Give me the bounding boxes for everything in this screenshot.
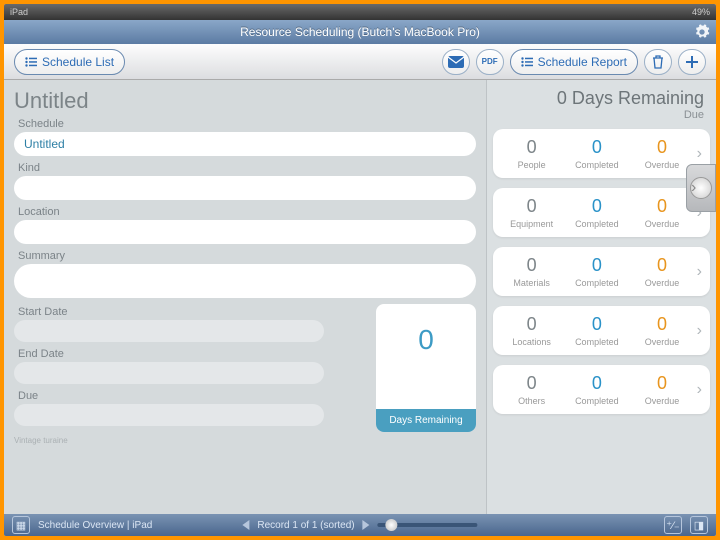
summary-card[interactable]: 0Materials0Completed0Overdue›	[493, 247, 710, 296]
pdf-button[interactable]: PDF	[476, 49, 504, 75]
due-label: Due	[18, 390, 368, 402]
settings-icon[interactable]	[694, 24, 710, 40]
next-record-icon[interactable]	[363, 520, 370, 530]
days-remaining-box: 0 Days Remaining	[376, 304, 476, 432]
record-slider[interactable]	[378, 523, 478, 527]
schedule-report-button[interactable]: Schedule Report	[510, 49, 638, 75]
end-date-input[interactable]	[14, 362, 324, 384]
days-remaining-header: 0 Days Remaining	[493, 88, 704, 109]
due-header: Due	[493, 109, 704, 121]
location-input[interactable]	[14, 220, 476, 244]
end-date-label: End Date	[18, 348, 368, 360]
summary-input[interactable]	[14, 264, 476, 298]
schedule-input[interactable]	[14, 132, 476, 156]
prev-record-icon[interactable]	[242, 520, 249, 530]
summary-card[interactable]: 0Equipment0Completed0Overdue›	[493, 188, 710, 237]
start-date-label: Start Date	[18, 306, 368, 318]
chevron-right-icon: ›	[695, 381, 704, 399]
list-icon	[25, 57, 37, 67]
summary-panel: 0 Days Remaining Due 0People0Completed0O…	[486, 80, 716, 514]
status-bar: iPad 49%	[4, 4, 716, 20]
days-remaining-label: Days Remaining	[376, 409, 476, 432]
form-panel: Untitled Schedule Kind Location Summary …	[4, 80, 486, 514]
mail-button[interactable]	[442, 49, 470, 75]
summary-card[interactable]: 0Others0Completed0Overdue›	[493, 365, 710, 414]
report-icon	[521, 57, 533, 67]
summary-card[interactable]: 0Locations0Completed0Overdue›	[493, 306, 710, 355]
record-status: Record 1 of 1 (sorted)	[257, 520, 354, 531]
kind-label: Kind	[18, 162, 476, 174]
find-icon[interactable]: ◨	[690, 516, 708, 534]
chevron-right-icon: ›	[691, 179, 696, 197]
chevron-right-icon: ›	[695, 145, 704, 163]
layout-name[interactable]: Schedule Overview | iPad	[38, 520, 152, 531]
watermark: Vintage turaine	[14, 436, 476, 445]
layout-icon[interactable]: ▦	[12, 516, 30, 534]
summary-card[interactable]: 0People0Completed0Overdue›	[493, 129, 710, 178]
due-input[interactable]	[14, 404, 324, 426]
schedule-list-button[interactable]: Schedule List	[14, 49, 125, 75]
location-label: Location	[18, 206, 476, 218]
add-button[interactable]	[678, 49, 706, 75]
start-date-input[interactable]	[14, 320, 324, 342]
window-title: Resource Scheduling (Butch's MacBook Pro…	[4, 20, 716, 44]
battery-label: 49%	[692, 7, 710, 17]
carrier-label: iPad	[10, 7, 28, 17]
toolbar: Schedule List PDF Schedule Report	[4, 44, 716, 80]
footer-bar: ▦ Schedule Overview | iPad Record 1 of 1…	[4, 514, 716, 536]
chevron-right-icon: ›	[695, 263, 704, 281]
summary-label: Summary	[18, 250, 476, 262]
days-remaining-number: 0	[376, 324, 476, 356]
page-title: Untitled	[14, 88, 476, 114]
sort-icon[interactable]: ⁺⁄₋	[664, 516, 682, 534]
chevron-right-icon: ›	[695, 322, 704, 340]
side-handle[interactable]: ›	[686, 164, 716, 212]
schedule-label: Schedule	[18, 118, 476, 130]
kind-input[interactable]	[14, 176, 476, 200]
delete-button[interactable]	[644, 49, 672, 75]
